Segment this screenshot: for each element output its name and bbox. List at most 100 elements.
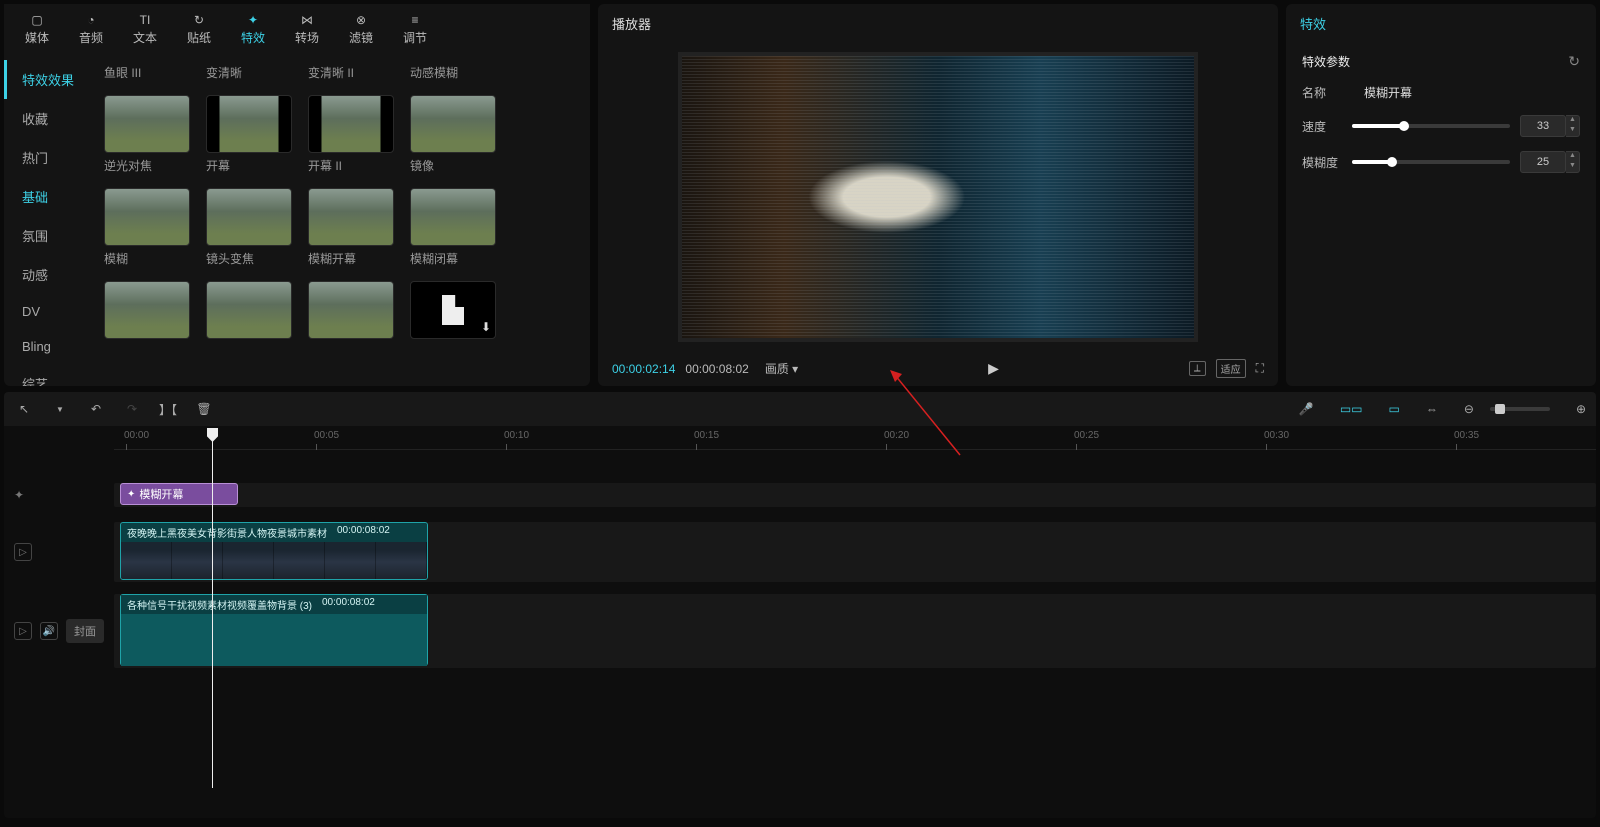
cat-atmosphere[interactable]: 氛围 xyxy=(4,216,100,255)
ratio-icon[interactable]: ⟂ xyxy=(1189,361,1206,376)
blur-input[interactable]: 25 xyxy=(1520,151,1566,173)
effect-item[interactable]: 逆光对焦 xyxy=(104,95,190,174)
redo-button[interactable]: ↷ xyxy=(122,402,142,416)
cursor-dropdown[interactable]: ▼ xyxy=(50,405,70,414)
delete-button[interactable]: 🗑 xyxy=(194,402,214,416)
link-icon[interactable]: ▭ xyxy=(1389,402,1400,416)
effect-item[interactable]: 模糊闭幕 xyxy=(410,188,496,267)
effect-item[interactable]: 动感模糊 xyxy=(410,60,496,81)
adjust-icon: ≡ xyxy=(411,12,418,27)
tab-adjust[interactable]: ≡ 调节 xyxy=(392,10,438,46)
split-button[interactable]: 】【 xyxy=(158,401,178,418)
effects-panel: ▢ 媒体 ◔ 音频 TI 文本 ↻ 贴纸 ✦ 特效 ⋈ 转场 xyxy=(4,4,590,386)
cat-basic[interactable]: 基础 xyxy=(4,177,100,216)
cat-favorite[interactable]: 收藏 xyxy=(4,99,100,138)
cursor-tool[interactable]: ↖ xyxy=(14,402,34,416)
effect-item[interactable]: 变清晰 xyxy=(206,60,292,81)
effect-track-lane[interactable]: ✦ 模糊开幕 xyxy=(114,483,1596,507)
speed-slider[interactable] xyxy=(1352,124,1510,128)
zoom-out-icon[interactable]: ⊖ xyxy=(1464,402,1474,416)
download-icon: ⬇ xyxy=(481,320,491,334)
properties-panel: 特效 特效参数 ↻ 名称 模糊开幕 速度 33 ▲▼ xyxy=(1286,4,1596,386)
timeline: 00:00 00:05 00:10 00:15 00:20 00:25 00:3… xyxy=(4,426,1596,818)
fit-button[interactable]: 适应 xyxy=(1216,359,1246,378)
playhead[interactable] xyxy=(212,428,213,788)
video-clip-duration: 00:00:08:02 xyxy=(337,525,390,540)
align-icon[interactable]: ⇔ xyxy=(1426,402,1438,416)
ruler-tick: 00:15 xyxy=(694,430,719,441)
ruler-tick: 00:25 xyxy=(1074,430,1099,441)
quality-select[interactable]: 画质 ▾ xyxy=(765,360,798,377)
effect-item[interactable]: 模糊 xyxy=(104,188,190,267)
magnet-on-icon[interactable]: ▭▭ xyxy=(1340,402,1363,416)
timeline-ruler[interactable]: 00:00 00:05 00:10 00:15 00:20 00:25 00:3… xyxy=(114,426,1596,450)
undo-button[interactable]: ↶ xyxy=(86,402,106,416)
zoom-in-icon[interactable]: ⊕ xyxy=(1576,402,1586,416)
cat-variety[interactable]: 综艺 xyxy=(4,364,100,386)
effect-item[interactable]: 开幕 II xyxy=(308,95,394,174)
tab-media[interactable]: ▢ 媒体 xyxy=(14,10,60,46)
audio-track-lane[interactable]: 各种信号干扰视频素材视频覆盖物背景 (3) 00:00:08:02 xyxy=(114,594,1596,668)
cat-bling[interactable]: Bling xyxy=(4,329,100,364)
track-mute-toggle[interactable]: 🔊 xyxy=(40,622,58,640)
speed-label: 速度 xyxy=(1302,118,1342,135)
ruler-tick: 00:05 xyxy=(314,430,339,441)
tab-sticker[interactable]: ↻ 贴纸 xyxy=(176,10,222,46)
video-clip[interactable]: 夜晚晚上黑夜美女背影街景人物夜景城市素材 00:00:08:02 xyxy=(120,522,428,580)
filter-icon: ⊗ xyxy=(356,12,366,27)
video-preview[interactable] xyxy=(678,52,1198,342)
speed-input[interactable]: 33 xyxy=(1520,115,1566,137)
effect-item[interactable] xyxy=(206,281,292,339)
speed-stepper[interactable]: ▲▼ xyxy=(1566,115,1580,137)
ruler-tick: 00:10 xyxy=(504,430,529,441)
cover-button[interactable]: 封面 xyxy=(66,619,104,643)
params-heading: 特效参数 xyxy=(1302,53,1350,70)
effect-item[interactable]: 镜像 xyxy=(410,95,496,174)
reset-icon[interactable]: ↻ xyxy=(1568,53,1580,70)
name-value: 模糊开幕 xyxy=(1364,84,1412,101)
cat-effects[interactable]: 特效效果 xyxy=(4,60,100,99)
video-track-toggle[interactable]: ▷ xyxy=(14,543,32,561)
video-track-lane[interactable]: 夜晚晚上黑夜美女背影街景人物夜景城市素材 00:00:08:02 xyxy=(114,522,1596,582)
effects-categories: 特效效果 收藏 热门 基础 氛围 动感 DV Bling 综艺 xyxy=(4,52,100,386)
effect-item[interactable]: ⬇ xyxy=(410,281,496,339)
cat-hot[interactable]: 热门 xyxy=(4,138,100,177)
sticker-icon: ↻ xyxy=(194,12,204,27)
effect-item[interactable]: 开幕 xyxy=(206,95,292,174)
tab-effects[interactable]: ✦ 特效 xyxy=(230,10,276,46)
tab-text[interactable]: TI 文本 xyxy=(122,10,168,46)
tab-audio[interactable]: ◔ 音频 xyxy=(68,10,114,46)
effects-icon: ✦ xyxy=(248,12,258,27)
player-viewport xyxy=(598,43,1278,351)
tab-filter[interactable]: ⊗ 滤镜 xyxy=(338,10,384,46)
effect-item[interactable]: 模糊开幕 xyxy=(308,188,394,267)
effect-item[interactable] xyxy=(104,281,190,339)
blur-slider[interactable] xyxy=(1352,160,1510,164)
audio-clip-name: 各种信号干扰视频素材视频覆盖物背景 (3) xyxy=(127,597,312,612)
effect-item[interactable]: 变清晰 II xyxy=(308,60,394,81)
effect-item[interactable]: 镜头变焦 xyxy=(206,188,292,267)
effect-item[interactable]: 鱼眼 III xyxy=(104,60,190,81)
audio-clip[interactable]: 各种信号干扰视频素材视频覆盖物背景 (3) 00:00:08:02 xyxy=(120,594,428,666)
text-icon: TI xyxy=(140,12,151,27)
tab-transition[interactable]: ⋈ 转场 xyxy=(284,10,330,46)
ruler-tick: 00:20 xyxy=(884,430,909,441)
fullscreen-icon[interactable]: ⛶ xyxy=(1256,361,1264,376)
mic-icon[interactable]: 🎤 xyxy=(1299,402,1314,416)
play-button[interactable]: ▶ xyxy=(988,360,999,377)
ruler-tick: 00:35 xyxy=(1454,430,1479,441)
audio-icon: ◔ xyxy=(87,12,94,27)
cat-dv[interactable]: DV xyxy=(4,294,100,329)
blur-stepper[interactable]: ▲▼ xyxy=(1566,151,1580,173)
zoom-slider[interactable] xyxy=(1490,407,1550,411)
name-label: 名称 xyxy=(1302,84,1342,101)
effect-item[interactable] xyxy=(308,281,394,339)
player-panel: 播放器 00:00:02:14 00:00:08:02 画质 ▾ ▶ ⟂ 适应 … xyxy=(598,4,1278,386)
effect-clip[interactable]: ✦ 模糊开幕 xyxy=(120,483,238,505)
ruler-tick: 00:30 xyxy=(1264,430,1289,441)
track-visibility-toggle[interactable]: ▷ xyxy=(14,622,32,640)
ruler-tick: 00:00 xyxy=(124,430,149,441)
media-icon: ▢ xyxy=(31,12,42,27)
cat-dynamic[interactable]: 动感 xyxy=(4,255,100,294)
player-title: 播放器 xyxy=(598,4,1278,43)
